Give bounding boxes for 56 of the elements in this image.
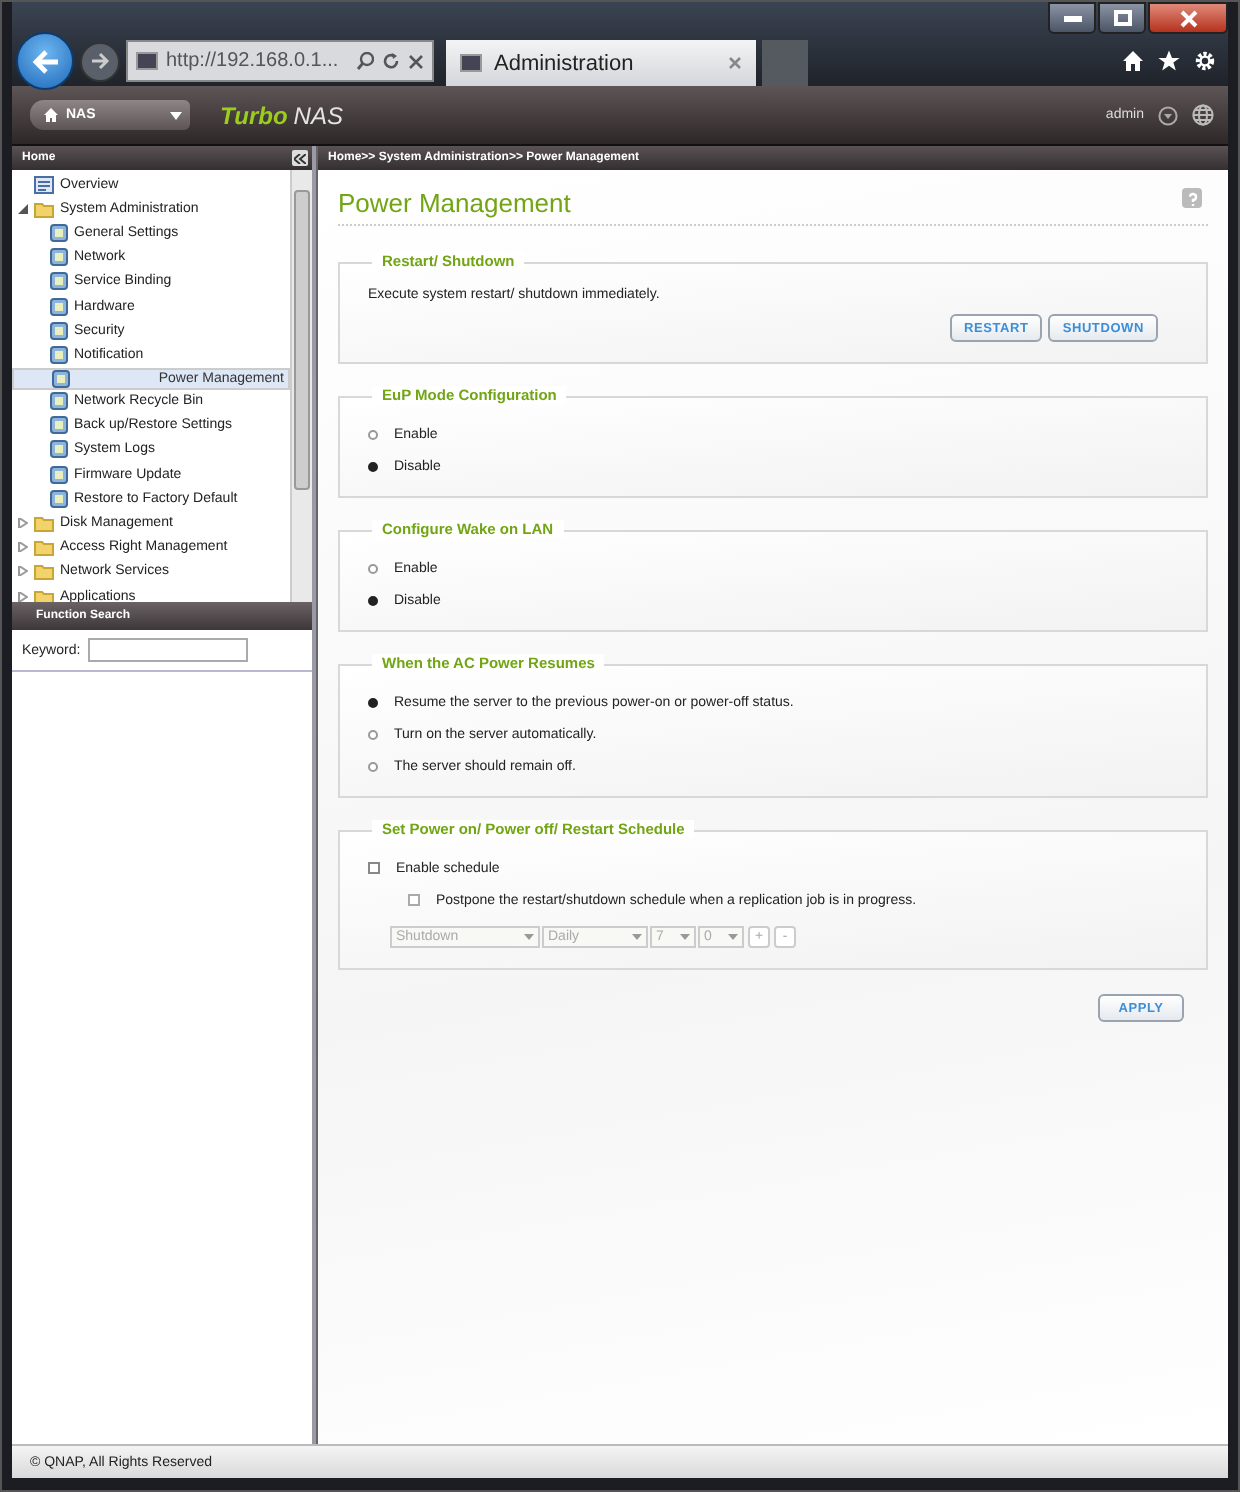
list-page-icon [34, 175, 54, 194]
search-icon [356, 52, 374, 70]
minimize-icon [1063, 15, 1081, 21]
page-icon [460, 54, 482, 72]
caret-icon [170, 111, 182, 119]
expanded-arrow-icon [18, 203, 28, 214]
back-arrow-icon [31, 49, 59, 73]
caret-icon [680, 934, 690, 940]
radio-button[interactable] [368, 761, 378, 771]
collapsed-arrow-icon [18, 518, 28, 529]
minimize-button[interactable] [1048, 2, 1096, 34]
caret-icon [728, 934, 738, 940]
collapsed-arrow-icon [18, 591, 28, 602]
folder-icon [34, 199, 54, 218]
close-icon [408, 53, 424, 69]
forward-arrow-icon [90, 52, 110, 70]
radio-button[interactable] [368, 697, 378, 707]
maximize-icon [1113, 10, 1131, 26]
close-icon [1179, 9, 1197, 27]
question-mark-icon [1185, 191, 1199, 205]
double-chevron-icon [294, 153, 306, 163]
caret-circle-icon [1158, 105, 1178, 125]
radio-button[interactable] [368, 461, 378, 471]
collapse-button[interactable] [292, 150, 308, 166]
collapsed-arrow-icon [18, 566, 28, 577]
scrollbar-thumb[interactable] [294, 190, 310, 490]
maximize-button[interactable] [1098, 2, 1146, 34]
radio-button[interactable] [368, 563, 378, 573]
caret-icon [632, 934, 642, 940]
close-icon [728, 56, 742, 70]
page-icon [136, 52, 158, 70]
radio-button[interactable] [368, 595, 378, 605]
brand-name: Turbo [220, 101, 288, 129]
tab-title: Administration [494, 51, 636, 75]
page-title: Power Management [338, 188, 571, 218]
radio-button[interactable] [368, 429, 378, 439]
refresh-icon [382, 52, 400, 70]
checkbox[interactable] [368, 862, 380, 874]
home-icon [1122, 50, 1144, 72]
help-button[interactable] [1182, 188, 1202, 208]
keyword-field[interactable] [88, 638, 249, 662]
scrollbar[interactable] [290, 170, 312, 602]
radio-button[interactable] [368, 729, 378, 739]
settings-icon [1194, 50, 1216, 72]
url-text: http://192.168.0.1... [166, 50, 341, 72]
address-bar[interactable]: http://192.168.0.1... [126, 40, 434, 82]
brand-name: NAS [293, 101, 343, 129]
globe-icon [1192, 104, 1214, 126]
close-button[interactable] [1148, 2, 1228, 34]
home-icon [44, 108, 58, 122]
back-button[interactable] [16, 32, 74, 90]
collapsed-arrow-icon [18, 542, 28, 553]
forward-button[interactable] [80, 41, 120, 81]
caret-icon [524, 934, 534, 940]
star-icon [1158, 50, 1180, 72]
browser-tab[interactable]: Administration [446, 40, 756, 86]
